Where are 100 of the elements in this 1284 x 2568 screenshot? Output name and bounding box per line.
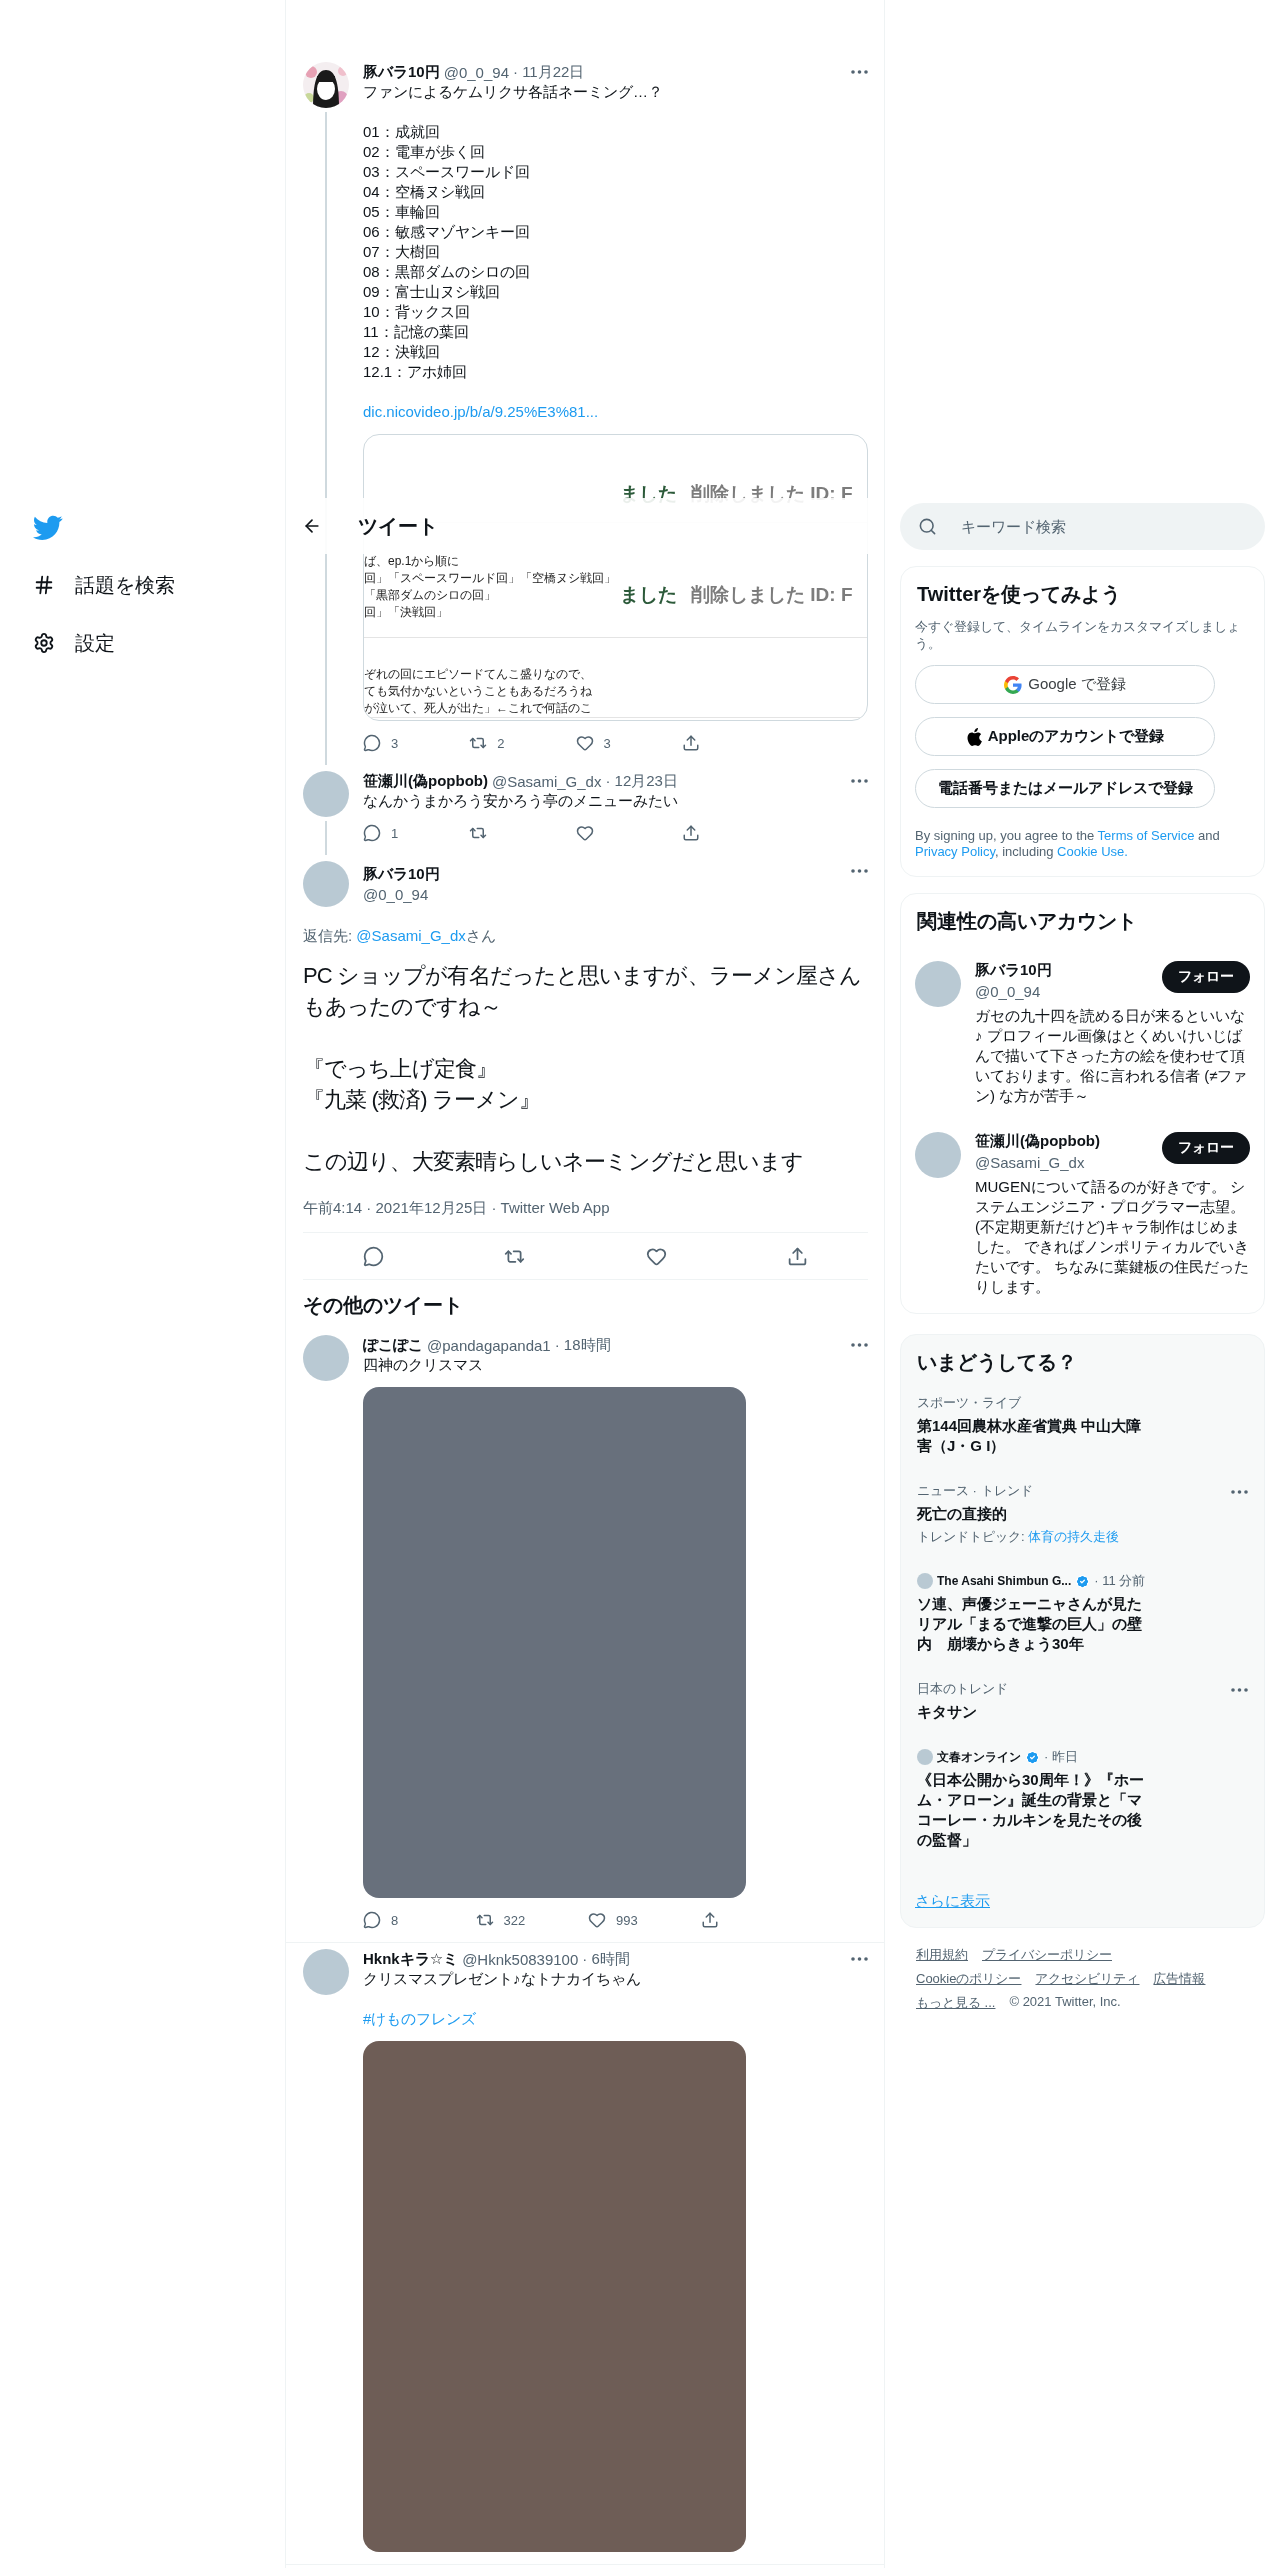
more-button[interactable] bbox=[851, 1343, 868, 1347]
follow-button[interactable]: フォロー bbox=[1162, 1132, 1250, 1164]
more-button[interactable] bbox=[851, 70, 868, 74]
more-icon bbox=[851, 779, 868, 783]
retweet-button[interactable]: 2 bbox=[469, 733, 576, 753]
news-time: · 11 分前 bbox=[1094, 1572, 1146, 1590]
like-button[interactable]: 993 bbox=[588, 1910, 701, 1930]
nav-item[interactable]: 話題を検索 bbox=[33, 556, 175, 614]
trend-title[interactable]: ソ連、声優ジェーニャさんが見たリアル「まるで進撃の巨人」の壁内 崩壊からきょう30年 bbox=[917, 1594, 1150, 1654]
card-title: いまどうしてる？ bbox=[916, 1350, 1078, 1375]
share-icon bbox=[681, 734, 700, 752]
tweet-time: · 6時間 bbox=[582, 1949, 630, 1969]
account-handle: @0_0_94 bbox=[975, 983, 1042, 1000]
trend-title[interactable]: 第144回農林水産省賞典 中山大障害（J・G I） bbox=[917, 1416, 1150, 1456]
author-name: ぽこぽこ bbox=[363, 1335, 423, 1355]
terms-text: By signing up, you agree to the Terms of Service and Privacy Policy, including Cookie Use. bbox=[915, 828, 1221, 860]
google-logo bbox=[1004, 675, 1023, 694]
tweet-time: · 12月23日 bbox=[605, 771, 678, 791]
source-avatar bbox=[917, 1573, 933, 1589]
footer-link[interactable]: 利用規約 bbox=[916, 1946, 968, 1964]
follow-button[interactable]: フォロー bbox=[1162, 961, 1250, 993]
twitter-bird-logo[interactable] bbox=[33, 515, 63, 541]
reply-button[interactable]: 1 bbox=[363, 823, 470, 843]
search-field[interactable]: キーワード検索 bbox=[900, 503, 1265, 550]
card-text-line: ぞれの回にエピソードてんこ盛りなので、 bbox=[364, 666, 593, 683]
apple-logo bbox=[965, 727, 982, 746]
card-text-line: が泣いて、死人が出た」←これで何話のこ bbox=[364, 700, 593, 717]
search-icon bbox=[918, 517, 937, 536]
trend-title[interactable]: 死亡の直接的 bbox=[917, 1504, 1150, 1524]
hashtag-icon bbox=[33, 574, 55, 596]
tweet-text-line: この辺り、大変素晴らしいネーミングだと思います bbox=[303, 1148, 805, 1176]
copyright-text: © 2021 Twitter, Inc. bbox=[1009, 1994, 1121, 2011]
like-button[interactable]: 3 bbox=[575, 733, 682, 753]
trend-category: スポーツ・ライブ bbox=[917, 1394, 1022, 1412]
reply-icon bbox=[363, 824, 381, 842]
author-handle: @pandagapanda1 bbox=[427, 1336, 551, 1354]
more-icon bbox=[1231, 1688, 1248, 1692]
retweet-button[interactable]: 322 bbox=[475, 1910, 588, 1930]
card-subtitle: 今すぐ登録して、タイムラインをカスタマイズしましょう。 bbox=[915, 618, 1241, 652]
signup-button[interactable]: Google で登録 bbox=[915, 665, 1215, 704]
author-handle: @Hknk50839100 bbox=[462, 1950, 579, 1968]
footer-link[interactable]: プライバシーポリシー bbox=[982, 1946, 1112, 1964]
reply-button[interactable]: 3 bbox=[363, 733, 470, 753]
like-icon bbox=[588, 1911, 606, 1929]
more-icon bbox=[851, 1957, 868, 1961]
news-source: 文春オンライン bbox=[937, 1748, 1021, 1766]
tweet-text-line: PC ショップが有名だったと思いますが、ラーメン屋さんもあったのですね～ bbox=[303, 962, 863, 1021]
nav-item[interactable]: 設定 bbox=[33, 614, 115, 672]
tweet-text: なんかうまかろう安かろう亭のメニューみたい bbox=[363, 791, 679, 811]
more-button[interactable] bbox=[851, 779, 868, 783]
account-handle: @Sasami_G_dx bbox=[975, 1154, 1086, 1171]
footer-link[interactable]: 広告情報 bbox=[1153, 1970, 1206, 1988]
tweet-timestamp: 午前4:14 · 2021年12月25日 · Twitter Web App bbox=[303, 1199, 868, 1233]
more-button[interactable] bbox=[851, 869, 868, 873]
reply-icon bbox=[363, 1245, 385, 1267]
signup-button[interactable]: 電話番号またはメールアドレスで登録 bbox=[915, 769, 1215, 808]
share-icon bbox=[786, 1245, 808, 1267]
footer-link[interactable]: Cookieのポリシー bbox=[916, 1970, 1022, 1988]
author-name: Hknkキラ☆ミ bbox=[363, 1949, 459, 1969]
settings-icon bbox=[33, 632, 55, 654]
footer-link[interactable]: アクセシビリティ bbox=[1035, 1970, 1140, 1988]
share-button[interactable] bbox=[786, 1245, 808, 1267]
card-title: 関連性の高いアカウント bbox=[916, 909, 1138, 934]
signup-button[interactable]: Appleのアカウントで登録 bbox=[915, 717, 1215, 756]
reply-button[interactable]: 8 bbox=[363, 1910, 476, 1930]
source-avatar bbox=[917, 1749, 933, 1765]
more-button[interactable] bbox=[1231, 1490, 1248, 1494]
reply-button[interactable] bbox=[363, 1245, 385, 1267]
news-time: · 昨日 bbox=[1044, 1748, 1078, 1766]
trend-category: ニュース · トレンド bbox=[917, 1482, 1034, 1500]
trend-topic: トレンドトピック: 体育の持久走後 bbox=[917, 1528, 1121, 1546]
tweet-text: 四神のクリスマス bbox=[363, 1355, 484, 1375]
card-heading: ました 削除しました ID: F bbox=[620, 481, 854, 506]
more-icon bbox=[851, 1343, 868, 1347]
more-icon bbox=[1231, 1490, 1248, 1494]
account-name: 笹瀬川(偽popbob) bbox=[975, 1132, 1101, 1151]
trend-title[interactable]: 《日本公開から30周年！》『ホーム・アローン』誕生の背景と「マコーレー・カルキンを見たその後の監督」 bbox=[917, 1770, 1150, 1850]
more-button[interactable] bbox=[851, 1957, 868, 1961]
card-text-line: 回」「決戦回」 bbox=[364, 604, 449, 621]
news-source: The Asahi Shimbun G... bbox=[937, 1574, 1072, 1588]
tweet-text-line: 『九菜 (救済) ラーメン』 bbox=[303, 1086, 542, 1114]
tweet-time: · 11月22日 bbox=[512, 62, 585, 82]
more-icon bbox=[851, 70, 868, 74]
share-icon bbox=[700, 1911, 719, 1929]
card-text-line: ば、ep.1から順に bbox=[364, 553, 461, 570]
author-handle: @0_0_94 bbox=[363, 886, 430, 903]
card-heading: ました 削除しました ID: F bbox=[620, 583, 854, 607]
more-button[interactable] bbox=[1231, 1688, 1248, 1692]
share-icon bbox=[681, 824, 700, 842]
author-name: 豚バラ10円 bbox=[363, 62, 440, 82]
footer-link[interactable]: もっと見る ... bbox=[916, 1994, 996, 2012]
card-text-line: 「黒部ダムのシロの回」 bbox=[364, 587, 497, 604]
section-title: その他のツイート bbox=[302, 1293, 464, 1318]
author-handle: @0_0_94 bbox=[443, 63, 509, 81]
reply-icon bbox=[363, 1911, 381, 1929]
author-name: 笹瀬川(偽popbob) bbox=[363, 771, 488, 791]
tweet-text: クリスマスプレゼント♪なトナカイちゃん bbox=[363, 1969, 642, 1989]
reply-to-text: 返信先: @Sasami_G_dxさん bbox=[303, 927, 497, 946]
trend-title[interactable]: キタサン bbox=[917, 1702, 1150, 1722]
like-icon bbox=[575, 824, 594, 842]
